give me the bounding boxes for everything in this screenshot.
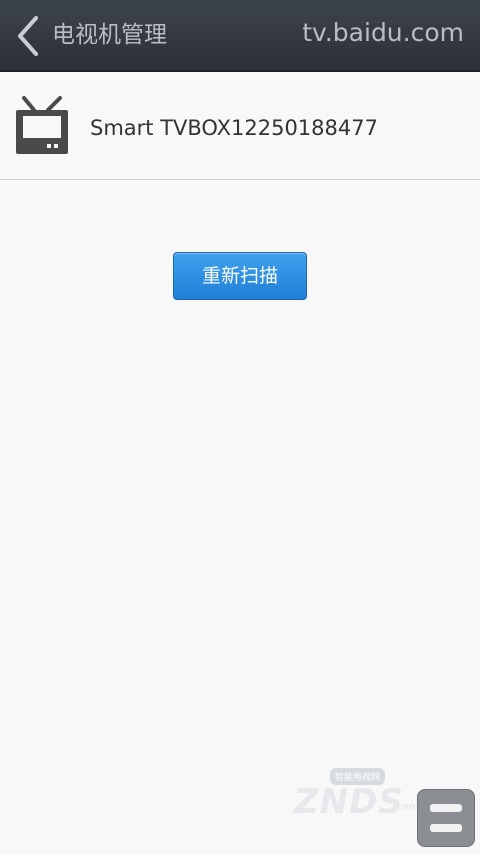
back-button[interactable] [8,12,48,60]
znds-watermark-logo: 智能电视网 ZNDS .com [272,756,422,826]
page-title: 电视机管理 [52,22,167,48]
tv-icon [16,96,68,154]
device-list-item[interactable]: Smart TVBOX12250188477 [0,74,480,180]
device-name: Smart TVBOX12250188477 [90,116,378,140]
watermark-logo-text: ZNDS [294,782,404,822]
top-bar: 电视机管理 tv.baidu.com [0,0,480,72]
chevron-left-icon [18,16,38,56]
watermark-domain: .com [394,802,419,813]
domain-label: tv.baidu.com [302,18,464,47]
menu-button[interactable] [417,789,475,847]
rescan-button[interactable]: 重新扫描 [173,252,307,300]
